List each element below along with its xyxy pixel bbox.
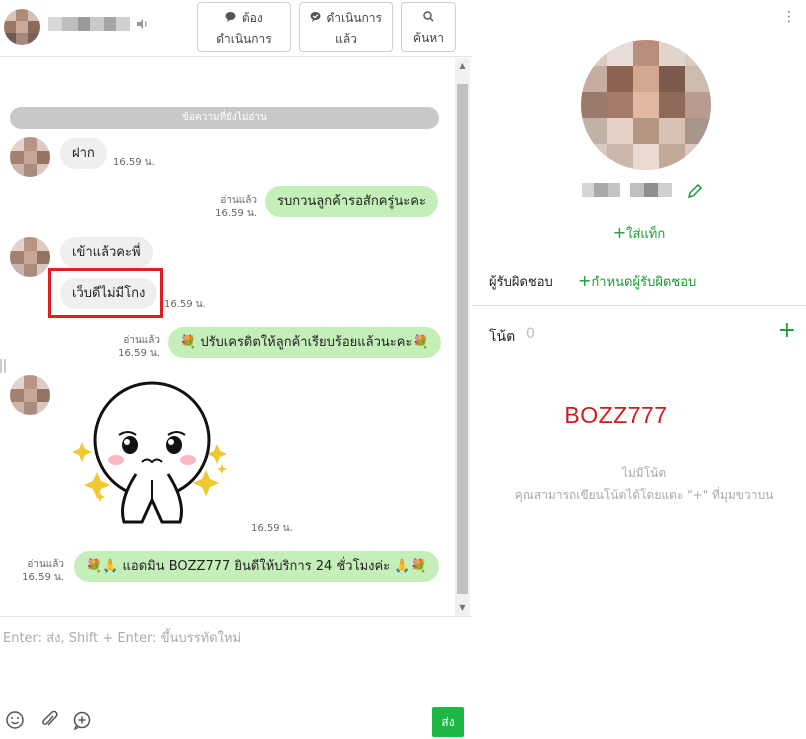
add-note-plus-icon[interactable]: +: [778, 320, 796, 342]
message-time: 16.59 น.: [164, 299, 206, 310]
message-time: 16.59 น.: [22, 572, 64, 583]
sender-avatar[interactable]: [10, 137, 50, 177]
no-notes-hint: คุณสามารถเขียนโน้ตได้โดยแตะ "+" ที่มุมขว…: [514, 488, 774, 502]
message-bubble-incoming[interactable]: ฝาก: [60, 138, 107, 169]
assignee-row: ผู้รับผิดชอบ +กำหนดผู้รับผิดชอบ: [472, 258, 806, 306]
add-tag-button[interactable]: +ใส่แท็ก: [472, 223, 806, 244]
profile-name-redacted: [582, 183, 682, 197]
chat-pane: ต้อง ดำเนินการ ดำเนินการ แล้ว ค้นหา ▲ ▼: [0, 0, 472, 739]
read-receipt: อ่านแล้ว: [27, 559, 64, 570]
scroll-down-arrow-icon[interactable]: ▼: [455, 600, 470, 616]
sender-avatar[interactable]: [10, 375, 50, 415]
message-bubble-outgoing[interactable]: 💐 ปรับเครดิตให้ลูกค้าเรียบร้อยแล้วนะคะ💐: [168, 327, 441, 358]
notes-heading: โน้ต: [489, 329, 516, 345]
read-receipt: อ่านแล้ว: [123, 335, 160, 346]
message-input[interactable]: [3, 627, 463, 707]
chat-bubble-icon: [225, 12, 240, 25]
message-bubble-outgoing[interactable]: 💐🙏 แอดมิน BOZZ777 ยินดีให้บริการ 24 ชั่ว…: [74, 551, 439, 582]
search-icon: [423, 11, 434, 25]
assign-responsible-link[interactable]: +กำหนดผู้รับผิดชอบ: [578, 271, 696, 292]
resize-handle[interactable]: [0, 359, 6, 373]
speaker-icon[interactable]: [136, 18, 148, 33]
highlight-annotation-box: [48, 268, 163, 318]
message-bubble-outgoing[interactable]: รบกวนลูกค้ารอสักครู่นะคะ: [265, 186, 438, 217]
assign-link-label: กำหนดผู้รับผิดชอบ: [591, 275, 697, 290]
contact-avatar[interactable]: [4, 9, 40, 45]
edit-pencil-icon[interactable]: [687, 183, 703, 203]
message-time: 16.59 น.: [113, 157, 155, 168]
assignee-label: ผู้รับผิดชอบ: [489, 275, 553, 290]
notes-count: 0: [526, 326, 535, 342]
done-button[interactable]: ดำเนินการ แล้ว: [299, 2, 393, 52]
todo-button[interactable]: ต้อง ดำเนินการ: [197, 2, 291, 52]
message-time: 16.59 น.: [118, 348, 160, 359]
watermark-text: BOZZ777: [564, 402, 668, 428]
read-receipt: อ่านแล้ว: [220, 195, 257, 206]
todo-label-1: ต้อง: [241, 11, 263, 25]
message-time: 16.59 น.: [251, 523, 293, 534]
add-tag-label: ใส่แท็ก: [626, 227, 666, 242]
more-options-icon[interactable]: ⋮: [782, 10, 796, 24]
profile-pane: ⋮ +ใส่แท็ก ผู้รับผิดชอบ +กำหนดผู้รับผิดช…: [472, 0, 806, 739]
chat-check-icon: [310, 12, 325, 25]
message-bubble-incoming[interactable]: เข้าแล้วคะพี่: [60, 237, 153, 268]
plus-icon: +: [612, 223, 627, 242]
scroll-thumb[interactable]: [457, 84, 468, 594]
chat-header: ต้อง ดำเนินการ ดำเนินการ แล้ว ค้นหา: [0, 0, 472, 57]
send-button[interactable]: ส่ง: [432, 707, 464, 737]
done-label-1: ดำเนินการ: [326, 11, 383, 25]
plus-icon: +: [578, 271, 592, 290]
contact-name-redacted: [48, 17, 130, 31]
sender-avatar[interactable]: [10, 237, 50, 277]
attachment-icon[interactable]: [39, 710, 59, 730]
moon-pleading-sticker[interactable]: [72, 380, 232, 530]
done-label-2: แล้ว: [335, 32, 357, 46]
todo-label-2: ดำเนินการ: [216, 32, 272, 46]
search-button[interactable]: ค้นหา: [401, 2, 456, 52]
message-time: 16.59 น.: [215, 208, 257, 219]
scroll-up-arrow-icon[interactable]: ▲: [455, 58, 470, 74]
emoji-icon[interactable]: [5, 710, 25, 730]
add-comment-icon[interactable]: [72, 710, 92, 731]
profile-avatar[interactable]: [581, 40, 711, 170]
search-label: ค้นหา: [413, 31, 444, 45]
no-notes-text: ไม่มีโน้ต: [621, 466, 667, 480]
message-composer: ส่ง: [0, 616, 472, 739]
chat-scrollbar[interactable]: ▲ ▼: [455, 58, 470, 616]
unread-divider: ข้อความที่ยังไม่อ่าน: [10, 107, 439, 129]
